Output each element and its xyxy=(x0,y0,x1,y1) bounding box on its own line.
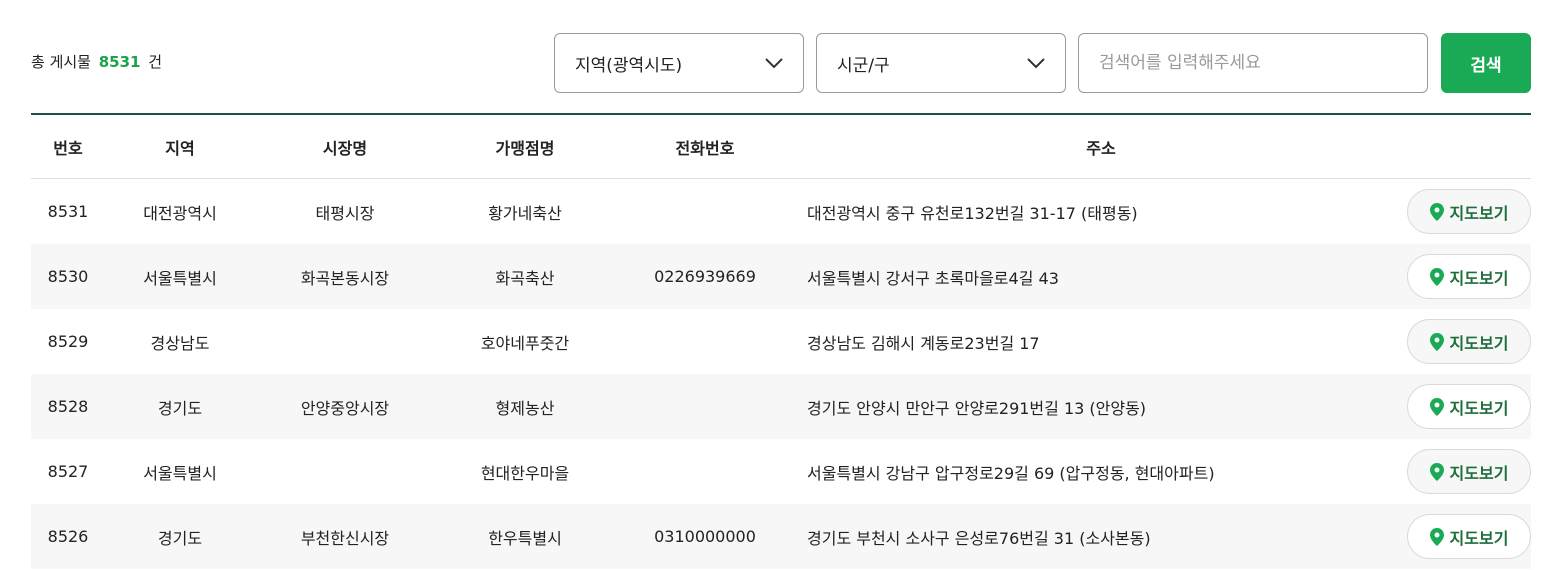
cell-address: 경기도 부천시 소사구 은성로76번길 31 (소사본동) xyxy=(807,528,1151,548)
map-view-label: 지도보기 xyxy=(1449,528,1509,548)
store-table: 번호 지역 시장명 가맹점명 전화번호 주소 8531 대전광역시 태평시장 황… xyxy=(31,113,1531,569)
search-button[interactable]: 검색 xyxy=(1441,33,1531,93)
cell-no: 8529 xyxy=(47,332,89,351)
table-row: 8526 경기도 부천한신시장 한우특별시 0310000000 경기도 부천시… xyxy=(31,504,1531,569)
cell-address: 대전광역시 중구 유천로132번길 31-17 (태평동) xyxy=(807,203,1138,223)
total-suffix: 건 xyxy=(148,53,163,71)
search-input[interactable] xyxy=(1078,33,1428,93)
header-phone: 전화번호 xyxy=(675,138,735,158)
cell-region: 경상남도 xyxy=(150,333,210,353)
map-pin-icon xyxy=(1429,462,1444,481)
cell-market: 태평시장 xyxy=(315,203,375,223)
map-pin-icon xyxy=(1429,397,1444,416)
total-prefix: 총 게시물 xyxy=(31,53,91,71)
cell-region: 경기도 xyxy=(157,528,203,548)
total-number: 8531 xyxy=(98,53,141,71)
cell-market: 화곡본동시장 xyxy=(300,268,390,288)
cell-map: 지도보기 xyxy=(1407,319,1531,364)
map-pin-icon xyxy=(1429,202,1444,221)
cell-market: 안양중앙시장 xyxy=(300,398,390,418)
cell-store: 호야네푸줏간 xyxy=(480,333,570,353)
map-view-button[interactable]: 지도보기 xyxy=(1407,514,1531,559)
cell-address: 경기도 안양시 만안구 안양로291번길 13 (안양동) xyxy=(807,398,1147,418)
cell-no: 8530 xyxy=(47,267,89,286)
cell-region: 대전광역시 xyxy=(143,203,217,223)
district-select[interactable]: 시군/구 xyxy=(816,33,1066,93)
header-market: 시장명 xyxy=(322,138,368,158)
cell-store: 형제농산 xyxy=(495,398,555,418)
cell-store: 황가네축산 xyxy=(488,203,562,223)
cell-map: 지도보기 xyxy=(1407,514,1531,559)
cell-map: 지도보기 xyxy=(1407,189,1531,234)
map-view-button[interactable]: 지도보기 xyxy=(1407,254,1531,299)
cell-address: 서울특별시 강남구 압구정로29길 69 (압구정동, 현대아파트) xyxy=(807,463,1215,483)
map-pin-icon xyxy=(1429,267,1444,286)
table-row: 8528 경기도 안양중앙시장 형제농산 경기도 안양시 만안구 안양로291번… xyxy=(31,374,1531,439)
table-row: 8530 서울특별시 화곡본동시장 화곡축산 0226939669 서울특별시 … xyxy=(31,244,1531,309)
total-count: 총 게시물 8531 건 xyxy=(31,51,162,73)
chevron-down-icon xyxy=(1027,58,1045,69)
cell-no: 8526 xyxy=(47,527,89,546)
map-view-button[interactable]: 지도보기 xyxy=(1407,384,1531,429)
header-region: 지역 xyxy=(165,138,195,158)
cell-market: 부천한신시장 xyxy=(300,528,390,548)
map-view-button[interactable]: 지도보기 xyxy=(1407,319,1531,364)
cell-store: 현대한우마을 xyxy=(480,463,570,483)
cell-no: 8527 xyxy=(47,462,89,481)
map-view-label: 지도보기 xyxy=(1449,268,1509,288)
map-view-label: 지도보기 xyxy=(1449,333,1509,353)
region-select[interactable]: 지역(광역시도) xyxy=(554,33,804,93)
cell-phone: 0226939669 xyxy=(654,267,756,286)
table-row: 8531 대전광역시 태평시장 황가네축산 대전광역시 중구 유천로132번길 … xyxy=(31,179,1531,244)
region-select-value: 지역(광역시도) xyxy=(575,55,683,76)
table-header: 번호 지역 시장명 가맹점명 전화번호 주소 xyxy=(31,115,1531,179)
table-row: 8527 서울특별시 현대한우마을 서울특별시 강남구 압구정로29길 69 (… xyxy=(31,439,1531,504)
cell-address: 경상남도 김해시 계동로23번길 17 xyxy=(807,333,1040,353)
cell-store: 한우특별시 xyxy=(488,528,562,548)
map-view-button[interactable]: 지도보기 xyxy=(1407,449,1531,494)
header-address: 주소 xyxy=(1086,138,1116,158)
map-view-label: 지도보기 xyxy=(1449,463,1509,483)
table-row: 8529 경상남도 호야네푸줏간 경상남도 김해시 계동로23번길 17 지도보… xyxy=(31,309,1531,374)
cell-no: 8531 xyxy=(47,202,89,221)
map-view-label: 지도보기 xyxy=(1449,203,1509,223)
district-select-value: 시군/구 xyxy=(837,55,890,76)
map-pin-icon xyxy=(1429,332,1444,351)
cell-phone: 0310000000 xyxy=(654,527,756,546)
cell-no: 8528 xyxy=(47,397,89,416)
filter-bar: 총 게시물 8531 건 지역(광역시도) 시군/구 검색 xyxy=(0,0,1554,114)
cell-region: 경기도 xyxy=(157,398,203,418)
map-view-label: 지도보기 xyxy=(1449,398,1509,418)
cell-region: 서울특별시 xyxy=(143,463,217,483)
header-no: 번호 xyxy=(53,138,83,158)
cell-map: 지도보기 xyxy=(1407,254,1531,299)
map-pin-icon xyxy=(1429,527,1444,546)
cell-map: 지도보기 xyxy=(1407,384,1531,429)
chevron-down-icon xyxy=(765,58,783,69)
cell-map: 지도보기 xyxy=(1407,449,1531,494)
cell-address: 서울특별시 강서구 초록마을로4길 43 xyxy=(807,268,1059,288)
header-store: 가맹점명 xyxy=(495,138,555,158)
cell-region: 서울특별시 xyxy=(143,268,217,288)
map-view-button[interactable]: 지도보기 xyxy=(1407,189,1531,234)
cell-store: 화곡축산 xyxy=(495,268,555,288)
